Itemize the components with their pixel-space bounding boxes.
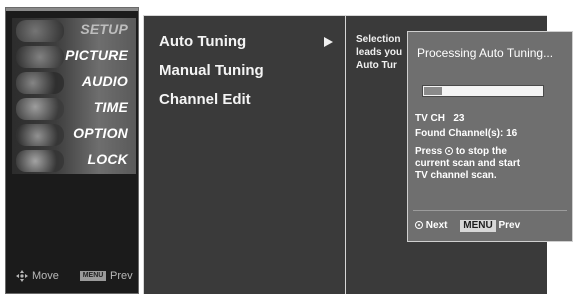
tuning-menu-panel: Auto Tuning Manual Tuning Channel Edit: [143, 15, 345, 294]
prev-label[interactable]: Prev: [498, 220, 520, 231]
menu-tile-time[interactable]: TIME: [12, 96, 136, 122]
press-line1-rest: to stop the: [455, 146, 507, 157]
press-word: Press: [415, 146, 443, 157]
channel-label: TV CH: [415, 113, 445, 124]
menu-item-auto-tuning[interactable]: Auto Tuning: [159, 33, 246, 50]
auto-tuning-popup: Processing Auto Tuning... TV CH 23 Found…: [407, 31, 573, 242]
main-menu-sidebar: SETUP PICTURE AUDIO TIME OPTION LOCK Mov…: [5, 7, 139, 294]
menu-item-manual-tuning[interactable]: Manual Tuning: [159, 62, 264, 79]
channel-readout: TV CH 23: [415, 113, 464, 124]
menu-tile-option[interactable]: OPTION: [12, 122, 136, 148]
lock-icon: [16, 150, 64, 172]
stop-instructions-line1: Press to stop the: [415, 146, 520, 158]
stop-instructions: Press to stop the current scan and start…: [415, 146, 520, 182]
menu-key-icon[interactable]: MENU: [460, 220, 496, 232]
popup-footer: Next MENU Prev: [415, 220, 520, 232]
audio-icon: [16, 72, 64, 94]
move-arrows-icon: [16, 270, 28, 282]
found-value: 16: [506, 128, 518, 139]
sidebar-top-bar: [6, 8, 138, 11]
sidebar-footer-hint: Move MENU Prev: [16, 270, 134, 286]
menu-key-icon: MENU: [80, 271, 106, 281]
popup-divider: [413, 210, 567, 211]
channel-value: 23: [453, 113, 465, 124]
scan-progress-fill: [424, 87, 442, 95]
next-label[interactable]: Next: [426, 220, 448, 231]
prev-label: Prev: [110, 270, 133, 282]
move-label: Move: [32, 270, 59, 282]
menu-tile-label: LOCK: [87, 151, 128, 167]
menu-tile-label: TIME: [93, 99, 128, 115]
menu-item-channel-edit[interactable]: Channel Edit: [159, 91, 251, 108]
popup-title: Processing Auto Tuning...: [417, 46, 554, 60]
clock-icon: [16, 98, 64, 120]
ok-button-icon: [445, 147, 454, 155]
option-icon: [16, 124, 64, 146]
main-menu-list: SETUP PICTURE AUDIO TIME OPTION LOCK: [12, 18, 136, 198]
ok-button-icon: [415, 221, 423, 229]
setup-icon: [16, 20, 64, 42]
menu-tile-lock[interactable]: LOCK: [12, 148, 136, 174]
menu-tile-setup[interactable]: SETUP: [12, 18, 136, 44]
found-channels-readout: Found Channel(s): 16: [415, 128, 517, 139]
stop-instructions-line3: TV channel scan.: [415, 170, 497, 181]
tv-setup-screen: SETUP PICTURE AUDIO TIME OPTION LOCK Mov…: [0, 0, 574, 298]
found-label: Found Channel(s):: [415, 128, 504, 139]
menu-tile-label: PICTURE: [65, 47, 128, 63]
picture-icon: [16, 46, 64, 68]
scan-progress-bar: [422, 85, 544, 97]
menu-tile-label: AUDIO: [81, 73, 128, 89]
menu-tile-audio[interactable]: AUDIO: [12, 70, 136, 96]
menu-tile-label: SETUP: [80, 21, 128, 37]
menu-tile-picture[interactable]: PICTURE: [12, 44, 136, 70]
submenu-arrow-icon: [324, 37, 333, 47]
menu-tile-label: OPTION: [73, 125, 128, 141]
stop-instructions-line2: current scan and start: [415, 158, 521, 169]
